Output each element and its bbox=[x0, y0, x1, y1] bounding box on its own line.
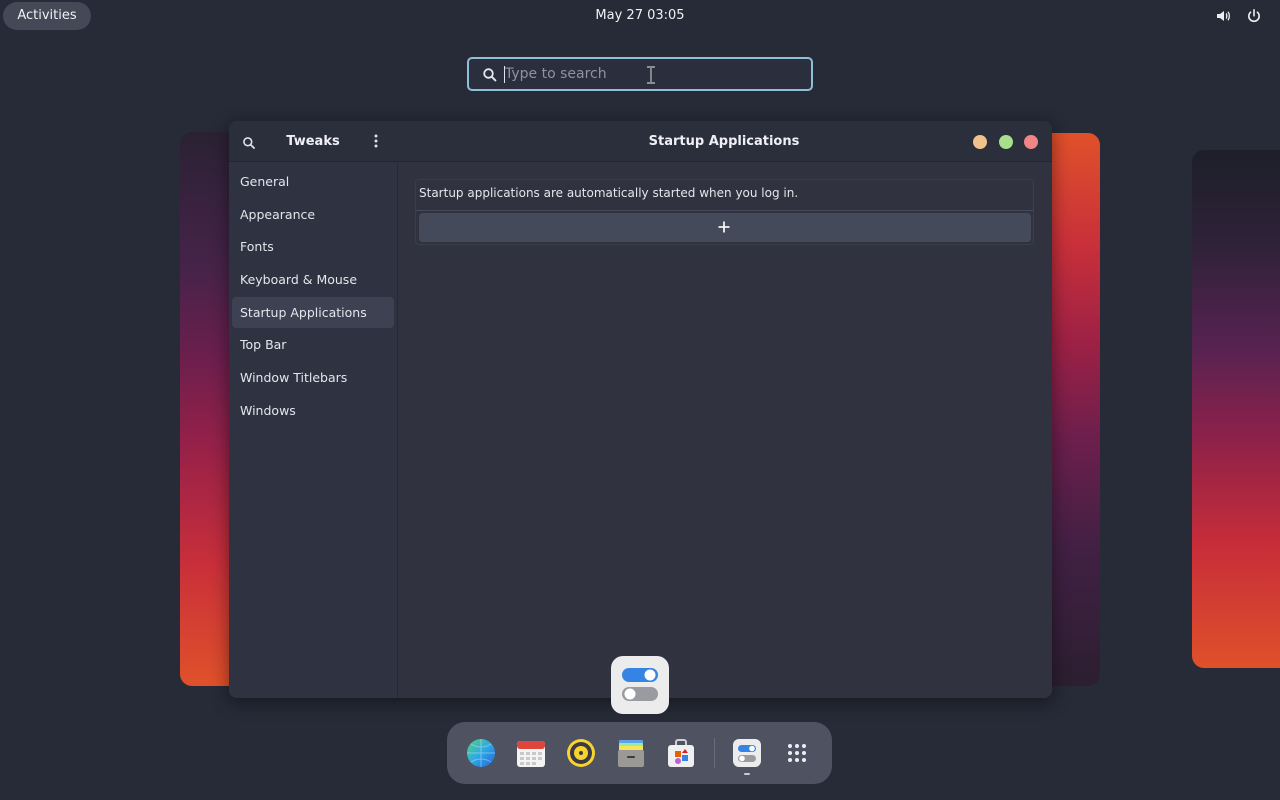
power-icon[interactable] bbox=[1246, 8, 1262, 24]
top-bar: Activities May 27 03:05 bbox=[0, 0, 1280, 32]
page-title: Startup Applications bbox=[648, 134, 800, 149]
volume-icon[interactable] bbox=[1215, 8, 1231, 24]
music-player-icon[interactable] bbox=[564, 736, 598, 770]
kebab-menu-icon[interactable] bbox=[373, 133, 379, 149]
startup-applications-panel: Startup applications are automatically s… bbox=[398, 162, 1052, 698]
sidebar-item-fonts[interactable]: Fonts bbox=[232, 231, 394, 262]
text-caret bbox=[504, 66, 505, 83]
maximize-button[interactable] bbox=[999, 135, 1013, 149]
add-startup-app-button[interactable] bbox=[419, 213, 1031, 242]
clock[interactable]: May 27 03:05 bbox=[560, 0, 720, 32]
software-store-icon[interactable] bbox=[664, 736, 698, 770]
header-bar: Tweaks Startup Applications bbox=[229, 121, 1052, 162]
running-indicator bbox=[744, 773, 750, 775]
tweaks-app-icon-large[interactable] bbox=[611, 656, 669, 714]
tweaks-icon[interactable] bbox=[730, 736, 764, 770]
overview-search[interactable] bbox=[467, 57, 813, 91]
startup-info-text: Startup applications are automatically s… bbox=[415, 179, 1034, 210]
sidebar-item-windows[interactable]: Windows bbox=[232, 395, 394, 426]
browser-icon[interactable] bbox=[464, 736, 498, 770]
sidebar-item-top-bar[interactable]: Top Bar bbox=[232, 329, 394, 360]
sidebar-item-window-titlebars[interactable]: Window Titlebars bbox=[232, 362, 394, 393]
add-row bbox=[415, 210, 1034, 245]
search-icon bbox=[482, 67, 498, 83]
plus-icon bbox=[718, 221, 730, 233]
app-grid-icon[interactable] bbox=[780, 736, 814, 770]
sidebar-item-general[interactable]: General bbox=[232, 166, 394, 197]
dock-separator bbox=[714, 738, 715, 768]
app-title: Tweaks bbox=[286, 134, 340, 149]
sidebar-item-keyboard-mouse[interactable]: Keyboard & Mouse bbox=[232, 264, 394, 295]
minimize-button[interactable] bbox=[973, 135, 987, 149]
tweaks-window[interactable]: Tweaks Startup Applications General Appe… bbox=[229, 121, 1052, 698]
ibeam-cursor-icon bbox=[647, 66, 655, 84]
file-manager-icon[interactable] bbox=[614, 736, 648, 770]
close-button[interactable] bbox=[1024, 135, 1038, 149]
sidebar: General Appearance Fonts Keyboard & Mous… bbox=[229, 162, 398, 698]
dash-dock bbox=[447, 722, 832, 784]
workspace-thumbnail-right[interactable] bbox=[1192, 150, 1280, 668]
search-icon[interactable] bbox=[242, 135, 256, 149]
calendar-icon[interactable] bbox=[514, 736, 548, 770]
activities-button[interactable]: Activities bbox=[3, 2, 91, 30]
sidebar-item-startup-applications[interactable]: Startup Applications bbox=[232, 297, 394, 328]
sidebar-item-appearance[interactable]: Appearance bbox=[232, 199, 394, 230]
